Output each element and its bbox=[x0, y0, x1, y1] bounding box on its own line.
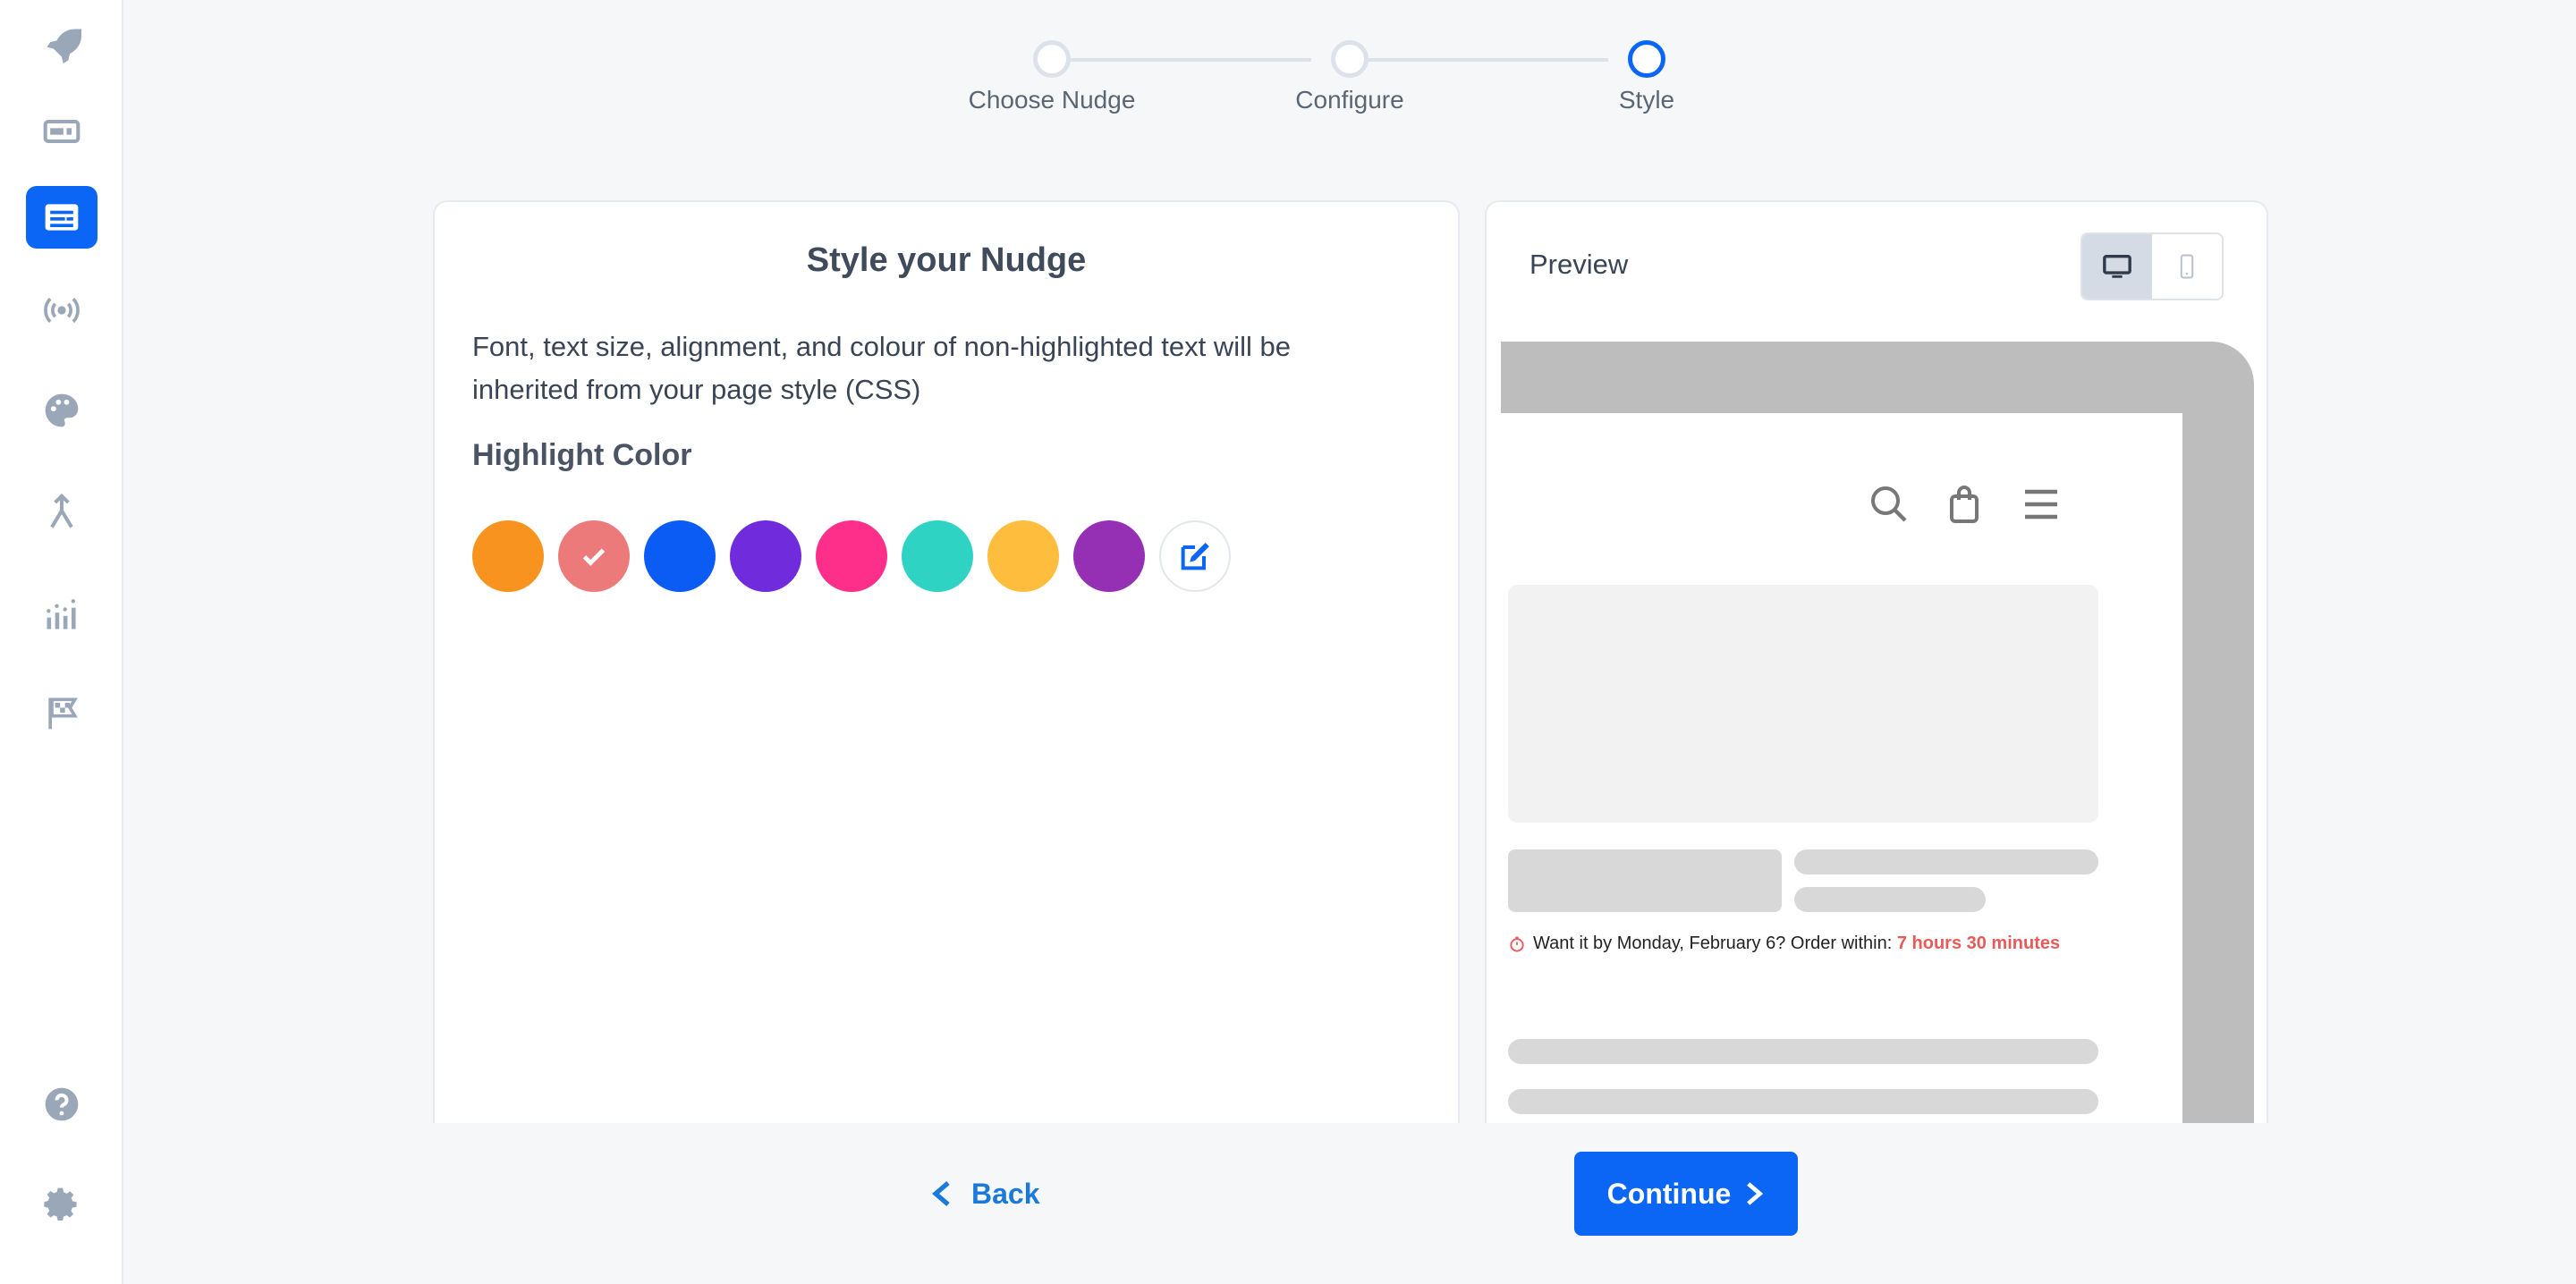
device-frame: Want it by Monday, February 6? Order wit… bbox=[1501, 342, 2254, 1123]
step-connector bbox=[1052, 58, 1311, 62]
mobile-icon bbox=[2180, 254, 2194, 279]
sidebar-item-goals[interactable] bbox=[26, 681, 97, 744]
style-card: Style your Nudge Font, text size, alignm… bbox=[433, 200, 1460, 1123]
preview-title: Preview bbox=[1530, 249, 1629, 280]
highlight-color-title: Highlight Color bbox=[472, 438, 692, 472]
image-placeholder bbox=[1508, 585, 2098, 823]
analytics-icon bbox=[47, 599, 76, 629]
edit-icon bbox=[1181, 543, 1209, 570]
continue-label: Continue bbox=[1606, 1177, 1732, 1210]
style-card-title: Style your Nudge bbox=[806, 241, 1087, 279]
palette-icon bbox=[45, 393, 79, 427]
text-placeholder bbox=[1508, 1039, 2098, 1064]
nudge-text: Want it by Monday, February 6? Order wit… bbox=[1533, 933, 1897, 953]
text-placeholder bbox=[1794, 887, 1986, 912]
nudge-highlight: 7 hours 30 minutes bbox=[1896, 933, 2061, 953]
sidebar-item-analytics[interactable] bbox=[26, 583, 97, 646]
flag-icon bbox=[48, 697, 78, 730]
search-icon bbox=[1871, 486, 1907, 522]
sidebar-item-broadcast[interactable] bbox=[26, 279, 97, 342]
button-placeholder bbox=[1508, 849, 1782, 912]
sidebar-item-themes[interactable] bbox=[26, 379, 97, 442]
sidebar-item-help[interactable] bbox=[26, 1073, 97, 1136]
step-label-choose-nudge[interactable]: Choose Nudge bbox=[969, 86, 1136, 114]
color-swatch[interactable] bbox=[987, 520, 1059, 592]
sidebar-item-integrations[interactable] bbox=[26, 481, 97, 544]
step-dot-style[interactable] bbox=[1628, 40, 1665, 78]
color-swatch[interactable] bbox=[1073, 520, 1145, 592]
text-placeholder bbox=[1794, 849, 2098, 874]
desktop-icon bbox=[2103, 254, 2131, 278]
shopping-bag-icon bbox=[1950, 486, 1979, 523]
chevron-right-icon bbox=[1747, 1182, 1764, 1205]
check-icon bbox=[582, 548, 606, 566]
nudge-preview-text: Want it by Monday, February 6? Order wit… bbox=[1508, 933, 2060, 954]
back-button[interactable]: Back bbox=[930, 1153, 1040, 1234]
sidebar-item-settings[interactable] bbox=[26, 1173, 97, 1236]
card-icon bbox=[43, 119, 80, 144]
style-description: Font, text size, alignment, and colour o… bbox=[472, 331, 1292, 405]
custom-color-button[interactable] bbox=[1159, 520, 1231, 592]
continue-button[interactable]: Continue bbox=[1574, 1152, 1798, 1236]
gear-icon bbox=[44, 1187, 77, 1221]
text-placeholder bbox=[1508, 1089, 2098, 1114]
step-dot-choose-nudge[interactable] bbox=[1033, 40, 1071, 78]
mobile-preview-button[interactable] bbox=[2152, 234, 2222, 299]
color-swatch[interactable] bbox=[816, 520, 887, 592]
step-dot-configure[interactable] bbox=[1331, 40, 1368, 78]
menu-icon bbox=[2025, 489, 2057, 520]
sidebar-item-launch[interactable] bbox=[26, 13, 97, 75]
stopwatch-icon bbox=[1510, 936, 1524, 951]
back-label: Back bbox=[971, 1177, 1040, 1210]
color-swatch[interactable] bbox=[472, 520, 544, 592]
preview-card: Preview Want it by Monday, February 6? O… bbox=[1485, 200, 2268, 1123]
nudge-icon bbox=[45, 204, 79, 231]
merge-icon bbox=[50, 493, 73, 528]
highlight-color-swatches bbox=[472, 520, 1231, 592]
rocket-icon bbox=[47, 29, 81, 63]
sidebar-item-banners[interactable] bbox=[26, 100, 97, 163]
broadcast-icon bbox=[44, 297, 80, 324]
color-swatch[interactable] bbox=[644, 520, 716, 592]
step-label-configure[interactable]: Configure bbox=[1295, 86, 1403, 114]
device-toggle bbox=[2080, 232, 2224, 300]
step-connector bbox=[1349, 58, 1608, 62]
sidebar bbox=[0, 0, 123, 1284]
color-swatch[interactable] bbox=[558, 520, 630, 592]
desktop-preview-button[interactable] bbox=[2082, 234, 2152, 299]
step-label-style[interactable]: Style bbox=[1619, 86, 1674, 114]
help-icon bbox=[45, 1087, 79, 1121]
progress-stepper: Choose Nudge Configure Style bbox=[957, 36, 1682, 125]
sidebar-item-nudges[interactable] bbox=[26, 186, 97, 249]
chevron-left-icon bbox=[932, 1181, 950, 1206]
color-swatch[interactable] bbox=[730, 520, 801, 592]
color-swatch[interactable] bbox=[902, 520, 973, 592]
preview-screen: Want it by Monday, February 6? Order wit… bbox=[1501, 413, 2182, 1123]
